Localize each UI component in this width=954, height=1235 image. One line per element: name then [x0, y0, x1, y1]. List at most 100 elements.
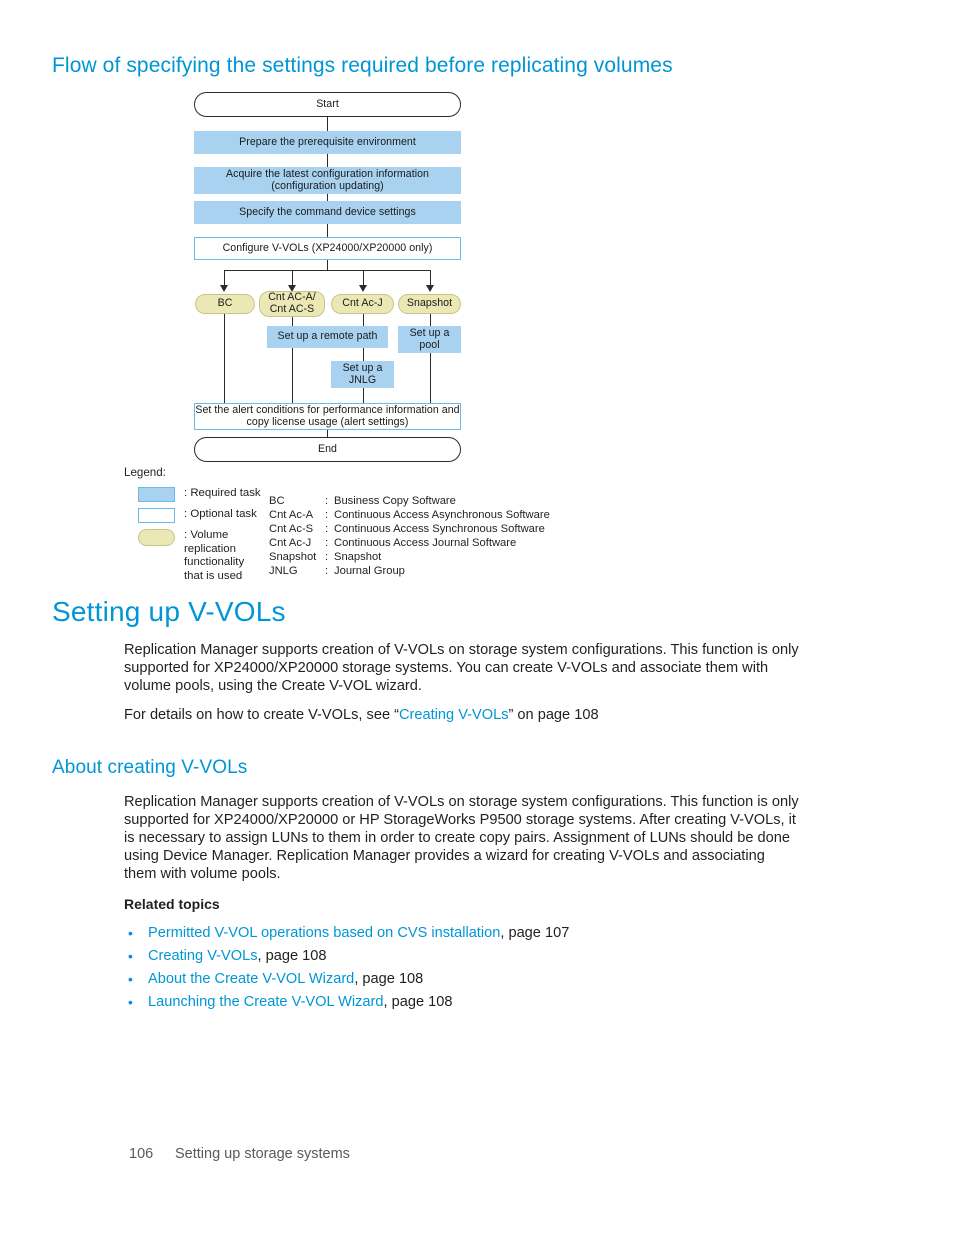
- heading-setting-up-vvols: Setting up V-VOLs: [52, 596, 286, 627]
- footer-running-head: Setting up storage systems: [175, 1146, 350, 1162]
- link-creating-vvols[interactable]: Creating V-VOLs: [399, 707, 509, 723]
- flow-node-acquire-configuration-line2: (configuration updating): [271, 179, 384, 192]
- legend-label-optional-task: : Optional task: [184, 508, 257, 520]
- abbreviation-row: JNLG: Journal Group: [269, 564, 550, 578]
- flow-connector-cntacj-remote: [363, 314, 365, 326]
- link-launching-create-vvol-wizard[interactable]: Launching the Create V-VOL Wizard: [148, 994, 384, 1010]
- details-suffix-text: ” on page 108: [508, 707, 599, 723]
- flow-node-alert-conditions: Set the alert conditions for performance…: [194, 403, 461, 430]
- abbreviation-key: JNLG: [269, 565, 298, 578]
- legend-label-required-task: : Required task: [184, 487, 261, 499]
- abbreviation-separator: :: [325, 509, 329, 522]
- abbreviation-separator: :: [325, 537, 329, 550]
- flow-node-bc: BC: [195, 294, 255, 314]
- paragraph-about-creating-vvols: Replication Manager supports creation of…: [124, 794, 799, 882]
- list-item-content: Launching the Create V-VOL Wizard, page …: [148, 991, 453, 1014]
- list-item-page-ref: , page 107: [500, 925, 570, 941]
- abbreviation-separator: :: [325, 495, 329, 507]
- paragraph-setting-up-vvols: Replication Manager supports creation of…: [124, 642, 799, 694]
- flow-connector-specify-configure: [327, 224, 329, 237]
- link-about-create-vvol-wizard[interactable]: About the Create V-VOL Wizard: [148, 971, 354, 987]
- flow-node-setup-jnlg-line1: Set up a: [342, 361, 383, 374]
- flow-connector-bus-cntac: [292, 270, 294, 286]
- flow-node-cnt-ac-a-s-line2: Cnt AC-S: [269, 303, 315, 315]
- flow-arrowhead-snapshot: [426, 285, 434, 292]
- legend-abbreviation-table: BC: Business Copy Software Cnt Ac-A: Conti…: [269, 494, 550, 579]
- list-item-content: Permitted V-VOL operations based on CVS …: [148, 922, 569, 945]
- link-permitted-vvol-operations[interactable]: Permitted V-VOL operations based on CVS …: [148, 925, 500, 941]
- flow-node-setup-jnlg: Set up a JNLG: [331, 361, 394, 388]
- abbreviation-key: BC: [269, 495, 285, 507]
- flow-connector-pool-alert: [430, 353, 432, 403]
- abbreviation-key: Cnt Ac-A: [269, 509, 314, 522]
- flow-connector-snapshot-pool: [430, 314, 432, 326]
- abbreviation-value: Snapshot: [334, 551, 382, 564]
- flow-connector-cntac-remote: [292, 317, 294, 326]
- abbreviation-key: Cnt Ac-S: [269, 523, 314, 536]
- abbreviation-value: Business Copy Software: [334, 495, 456, 507]
- flow-connector-bus-snapshot: [430, 270, 432, 286]
- heading-related-topics: Related topics: [124, 896, 220, 912]
- flow-node-prepare-environment: Prepare the prerequisite environment: [194, 131, 461, 154]
- abbreviation-separator: :: [325, 565, 329, 578]
- list-item: • Launching the Create V-VOL Wizard, pag…: [124, 991, 800, 1014]
- list-item: • Creating V-VOLs, page 108: [124, 945, 800, 968]
- page-section-heading: Flow of specifying the settings required…: [52, 54, 673, 77]
- legend-label-volume-replication: : Volume replication functionality that …: [184, 529, 245, 582]
- flow-connector-prepare-acquire: [327, 154, 329, 167]
- bullet-icon: •: [128, 971, 133, 987]
- flow-node-alert-conditions-line2: copy license usage (alert settings): [246, 415, 409, 428]
- abbreviation-separator: :: [325, 551, 329, 564]
- legend-swatch-volume-replication: [138, 529, 175, 546]
- abbreviation-key: Snapshot: [269, 551, 317, 564]
- legend-swatch-required-task: [138, 487, 175, 502]
- flow-connector-remote-jnlg: [363, 348, 365, 361]
- flow-node-configure-vvols: Configure V-VOLs (XP24000/XP20000 only): [194, 237, 461, 260]
- flow-node-setup-jnlg-line2: JNLG: [348, 373, 377, 386]
- flow-node-acquire-configuration-line1: Acquire the latest configuration informa…: [225, 167, 429, 180]
- abbreviation-row: Cnt Ac-S: Continuous Access Synchronous S…: [269, 522, 550, 536]
- flow-node-acquire-configuration: Acquire the latest configuration informa…: [194, 167, 461, 194]
- flow-node-setup-pool-line1: Set up a: [409, 326, 450, 339]
- flow-node-alert-conditions-line1: Set the alert conditions for performance…: [195, 403, 460, 416]
- list-item-page-ref: , page 108: [354, 971, 424, 987]
- list-item-content: Creating V-VOLs, page 108: [148, 945, 327, 968]
- flow-connector-bus-bc: [224, 270, 226, 286]
- heading-about-creating-vvols: About creating V-VOLs: [52, 757, 248, 778]
- list-item-content: About the Create V-VOL Wizard, page 108: [148, 968, 423, 991]
- abbreviation-separator: :: [325, 523, 329, 536]
- list-item-page-ref: , page 108: [383, 994, 453, 1010]
- abbreviation-row: Cnt Ac-A: Continuous Access Asynchronous …: [269, 508, 550, 522]
- bullet-icon: •: [128, 994, 133, 1010]
- flow-node-setup-pool: Set up a pool: [398, 326, 461, 353]
- flow-connector-remote-alert-left: [292, 348, 294, 403]
- bullet-icon: •: [128, 948, 133, 964]
- flow-connector-jnlg-alert: [363, 388, 365, 403]
- flow-branch-bus: [224, 270, 431, 272]
- details-prefix-text: For details on how to create V-VOLs, see…: [124, 707, 399, 723]
- flow-node-setup-pool-line2: pool: [419, 338, 440, 351]
- legend-swatch-optional-task: [138, 508, 175, 523]
- link-creating-vvols[interactable]: Creating V-VOLs: [148, 948, 258, 964]
- flow-node-snapshot: Snapshot: [398, 294, 461, 314]
- list-item-page-ref: , page 108: [257, 948, 327, 964]
- abbreviation-row: Snapshot: Snapshot: [269, 550, 550, 564]
- page-footer: 106 Setting up storage systems: [129, 1146, 350, 1162]
- abbreviation-row: BC: Business Copy Software: [269, 494, 550, 508]
- flow-node-cnt-ac-a-s: Cnt AC-A/ Cnt AC-S: [259, 291, 325, 317]
- replication-settings-flowchart: Start Prepare the prerequisite environme…: [0, 88, 560, 488]
- flow-node-start: Start: [194, 92, 461, 117]
- list-item: • Permitted V-VOL operations based on CV…: [124, 922, 800, 945]
- flow-arrowhead-bc: [220, 285, 228, 292]
- related-topics-list: • Permitted V-VOL operations based on CV…: [124, 922, 800, 1014]
- abbreviation-value: Journal Group: [334, 565, 405, 578]
- abbreviation-value: Continuous Access Synchronous Software: [334, 523, 545, 536]
- flowchart-legend: Legend: : Required task : Optional task …: [124, 466, 644, 582]
- flow-node-specify-command-device: Specify the command device settings: [194, 201, 461, 224]
- abbreviation-row: Cnt Ac-J: Continuous Access Journal Softw…: [269, 536, 550, 550]
- abbreviation-value: Continuous Access Journal Software: [334, 537, 517, 550]
- footer-page-number: 106: [129, 1146, 154, 1162]
- flow-node-end: End: [194, 437, 461, 462]
- flow-node-cnt-ac-j: Cnt Ac-J: [331, 294, 394, 314]
- legend-title: Legend:: [124, 466, 166, 479]
